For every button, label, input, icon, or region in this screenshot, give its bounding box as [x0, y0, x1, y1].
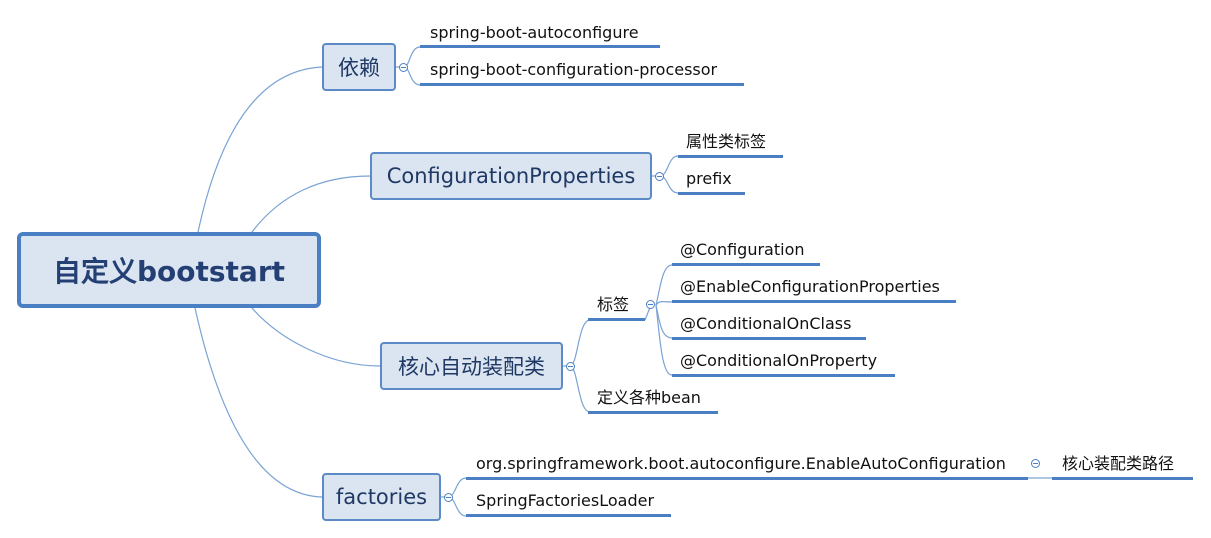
root-label: 自定义bootstart: [52, 255, 286, 288]
collapse-toggle-enable-auto-configuration[interactable]: [1031, 459, 1040, 468]
leaf-enable-auto-configuration[interactable]: org.springframework.boot.autoconfigure.E…: [476, 454, 1006, 474]
leaf-property-class-annotation[interactable]: 属性类标签: [686, 132, 766, 152]
leaf-underline: [588, 318, 645, 321]
leaf-underline: [466, 514, 671, 517]
leaf-underline: [1052, 477, 1193, 480]
leaf-underline: [588, 411, 718, 414]
leaf-conditional-on-property[interactable]: @ConditionalOnProperty: [680, 351, 877, 371]
leaf-underline: [420, 83, 744, 86]
node-annotations[interactable]: 标签: [597, 295, 629, 315]
leaf-underline: [672, 374, 895, 377]
leaf-configuration-annotation[interactable]: @Configuration: [680, 240, 805, 260]
branch-factories[interactable]: factories: [322, 473, 441, 521]
leaf-underline: [678, 155, 783, 158]
leaf-underline: [672, 300, 956, 303]
leaf-underline: [678, 192, 745, 195]
branch-core-autoconfig[interactable]: 核心自动装配类: [380, 342, 563, 390]
collapse-toggle-factories[interactable]: [444, 493, 453, 502]
branch-configuration-properties[interactable]: ConfigurationProperties: [370, 152, 652, 200]
leaf-core-autoconfig-path[interactable]: 核心装配类路径: [1062, 454, 1174, 474]
leaf-prefix[interactable]: prefix: [686, 169, 732, 189]
collapse-toggle-annotations[interactable]: [646, 300, 655, 309]
branch-configuration-properties-label: ConfigurationProperties: [386, 164, 636, 188]
leaf-underline: [420, 45, 660, 48]
root-node[interactable]: 自定义bootstart: [17, 232, 321, 308]
leaf-spring-boot-autoconfigure[interactable]: spring-boot-autoconfigure: [430, 23, 639, 43]
leaf-enable-configuration-properties[interactable]: @EnableConfigurationProperties: [680, 277, 940, 297]
leaf-underline: [672, 263, 820, 266]
leaf-underline: [466, 477, 1028, 480]
collapse-toggle-dependency[interactable]: [399, 63, 408, 72]
branch-factories-label: factories: [335, 485, 428, 509]
collapse-toggle-core-autoconfig[interactable]: [566, 362, 575, 371]
leaf-spring-boot-configuration-processor[interactable]: spring-boot-configuration-processor: [430, 60, 717, 80]
branch-core-autoconfig-label: 核心自动装配类: [398, 355, 545, 379]
leaf-conditional-on-class[interactable]: @ConditionalOnClass: [680, 314, 851, 334]
branch-dependency[interactable]: 依赖: [322, 43, 396, 91]
leaf-define-beans[interactable]: 定义各种bean: [597, 388, 701, 408]
collapse-toggle-configuration-properties[interactable]: [655, 172, 664, 181]
leaf-underline: [672, 337, 866, 340]
branch-dependency-label: 依赖: [338, 56, 380, 80]
leaf-spring-factories-loader[interactable]: SpringFactoriesLoader: [476, 491, 654, 511]
